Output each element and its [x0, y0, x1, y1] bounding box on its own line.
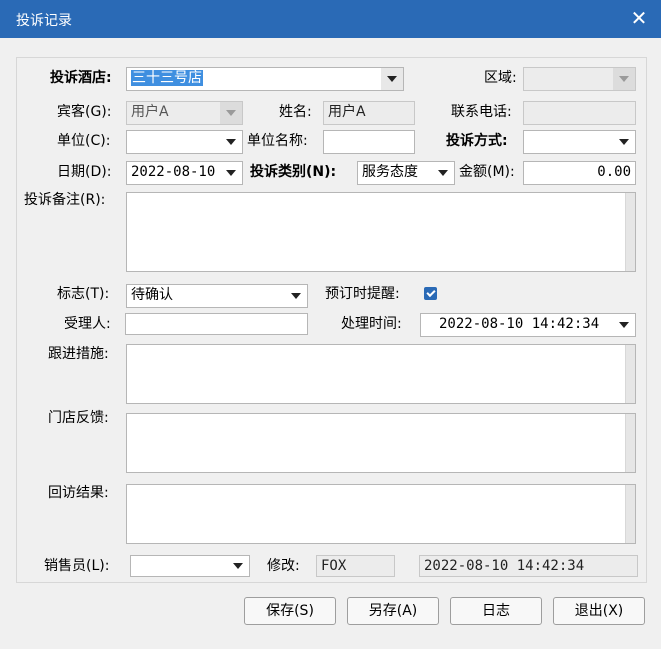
chevron-down-icon[interactable]: [220, 162, 242, 184]
chevron-down-icon[interactable]: [227, 556, 249, 576]
save-button[interactable]: 保存(S): [244, 597, 336, 625]
log-button[interactable]: 日志: [450, 597, 542, 625]
handler-label: 受理人:: [64, 316, 111, 332]
method-label: 投诉方式:: [446, 133, 508, 149]
amount-label: 金额(M):: [459, 164, 515, 180]
store-feedback-label: 门店反馈:: [48, 410, 109, 426]
category-label: 投诉类别(N):: [250, 164, 337, 180]
hotel-label: 投诉酒店:: [50, 70, 112, 86]
amount-value: 0.00: [597, 164, 631, 180]
date-select[interactable]: 2022-08-10: [126, 161, 243, 185]
callback-result-textarea[interactable]: [126, 484, 636, 544]
unit-name-field[interactable]: [323, 130, 415, 154]
process-time-value: 2022-08-10 14:42:34: [439, 316, 600, 332]
modified-time-field: 2022-08-10 14:42:34: [419, 555, 638, 577]
unit-select[interactable]: [126, 130, 243, 154]
name-value: 用户A: [328, 104, 366, 120]
followup-label: 跟进措施:: [48, 346, 109, 362]
method-select[interactable]: [523, 130, 636, 154]
amount-field[interactable]: 0.00: [523, 161, 636, 185]
chevron-down-icon[interactable]: [220, 102, 242, 124]
date-value: 2022-08-10: [131, 164, 216, 180]
flag-select[interactable]: 待确认: [126, 284, 308, 308]
remark-scrollbar[interactable]: [625, 193, 635, 271]
process-time-select[interactable]: 2022-08-10 14:42:34: [420, 313, 636, 337]
flag-value: 待确认: [131, 287, 173, 303]
process-time-label: 处理时间:: [341, 316, 402, 332]
hotel-select[interactable]: 三十三号店: [126, 67, 404, 91]
chevron-down-icon[interactable]: [220, 131, 242, 153]
remark-textarea[interactable]: [126, 192, 636, 272]
callback-result-scrollbar[interactable]: [625, 485, 635, 543]
chevron-down-icon[interactable]: [613, 314, 635, 336]
save-as-button[interactable]: 另存(A): [347, 597, 439, 625]
modified-label: 修改:: [267, 558, 300, 574]
category-value: 服务态度: [362, 164, 418, 180]
remark-label: 投诉备注(R):: [24, 192, 106, 208]
modified-time: 2022-08-10 14:42:34: [424, 558, 585, 574]
unit-label: 单位(C):: [57, 133, 111, 149]
chevron-down-icon[interactable]: [381, 68, 403, 90]
unit-name-label: 单位名称:: [247, 133, 308, 149]
date-label: 日期(D):: [57, 164, 112, 180]
category-select[interactable]: 服务态度: [357, 161, 455, 185]
followup-scrollbar[interactable]: [625, 345, 635, 403]
chevron-down-icon[interactable]: [432, 162, 454, 184]
guest-value: 用户A: [131, 104, 169, 120]
area-label: 区域:: [484, 70, 517, 86]
name-label: 姓名:: [279, 104, 312, 120]
hotel-value: 三十三号店: [131, 70, 203, 86]
chevron-down-icon[interactable]: [613, 131, 635, 153]
exit-button[interactable]: 退出(X): [553, 597, 645, 625]
area-select[interactable]: [523, 67, 636, 91]
title-bar: 投诉记录 ✕: [0, 0, 661, 38]
reminder-checkbox[interactable]: [424, 287, 437, 300]
chevron-down-icon[interactable]: [613, 68, 635, 90]
handler-field[interactable]: [125, 313, 308, 335]
salesperson-label: 销售员(L):: [44, 558, 110, 574]
modified-user: FOX: [321, 558, 347, 574]
chevron-down-icon[interactable]: [285, 285, 307, 307]
phone-label: 联系电话:: [451, 104, 512, 120]
followup-textarea[interactable]: [126, 344, 636, 404]
modified-user-field: FOX: [316, 555, 395, 577]
callback-result-label: 回访结果:: [48, 485, 109, 501]
flag-label: 标志(T):: [57, 286, 110, 302]
window-title: 投诉记录: [16, 13, 72, 29]
guest-label: 宾客(G):: [57, 104, 112, 120]
guest-select[interactable]: 用户A: [126, 101, 243, 125]
store-feedback-textarea[interactable]: [126, 413, 636, 473]
phone-field[interactable]: [523, 101, 636, 125]
reminder-label: 预订时提醒:: [325, 286, 400, 302]
close-icon[interactable]: ✕: [627, 6, 651, 30]
store-feedback-scrollbar[interactable]: [625, 414, 635, 472]
salesperson-select[interactable]: [130, 555, 250, 577]
name-field[interactable]: 用户A: [323, 101, 415, 125]
